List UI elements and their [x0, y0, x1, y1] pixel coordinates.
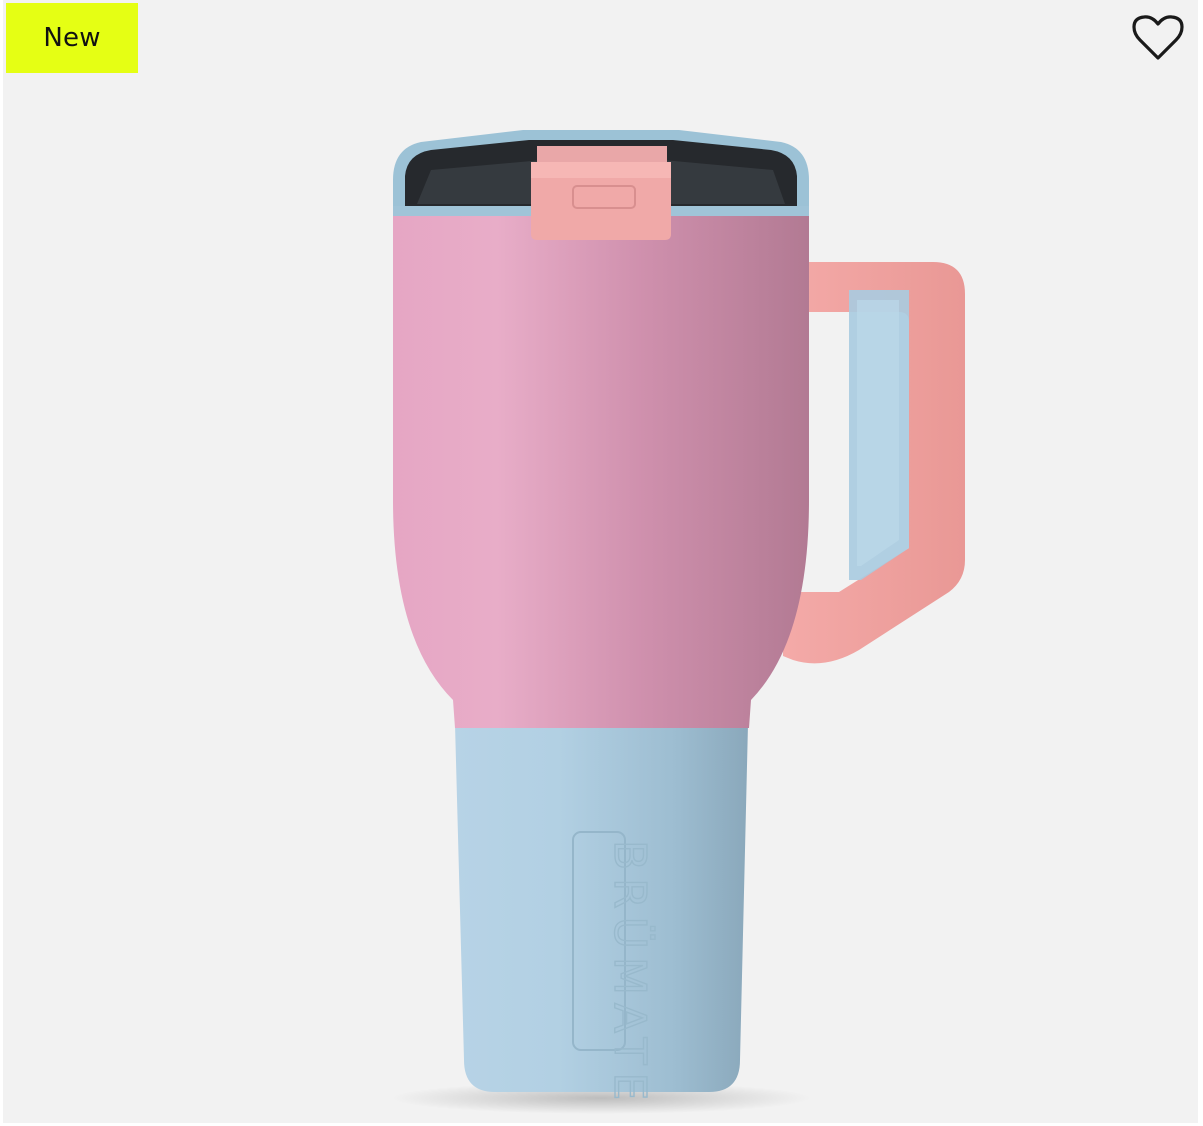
wishlist-button[interactable]: [1128, 10, 1188, 66]
heart-outline-icon: [1132, 15, 1184, 60]
mug-handle: [783, 262, 965, 664]
svg-text:BRÜMATE: BRÜMATE: [604, 840, 656, 1108]
mug-base-sleeve: [455, 724, 748, 1092]
mug-body: [393, 208, 809, 728]
new-badge-label: New: [43, 23, 101, 53]
lid-slider: [531, 146, 671, 240]
product-card[interactable]: BRÜMATE New: [0, 0, 1203, 1126]
product-image[interactable]: BRÜMATE: [3, 0, 1198, 1123]
new-badge: New: [6, 3, 138, 73]
